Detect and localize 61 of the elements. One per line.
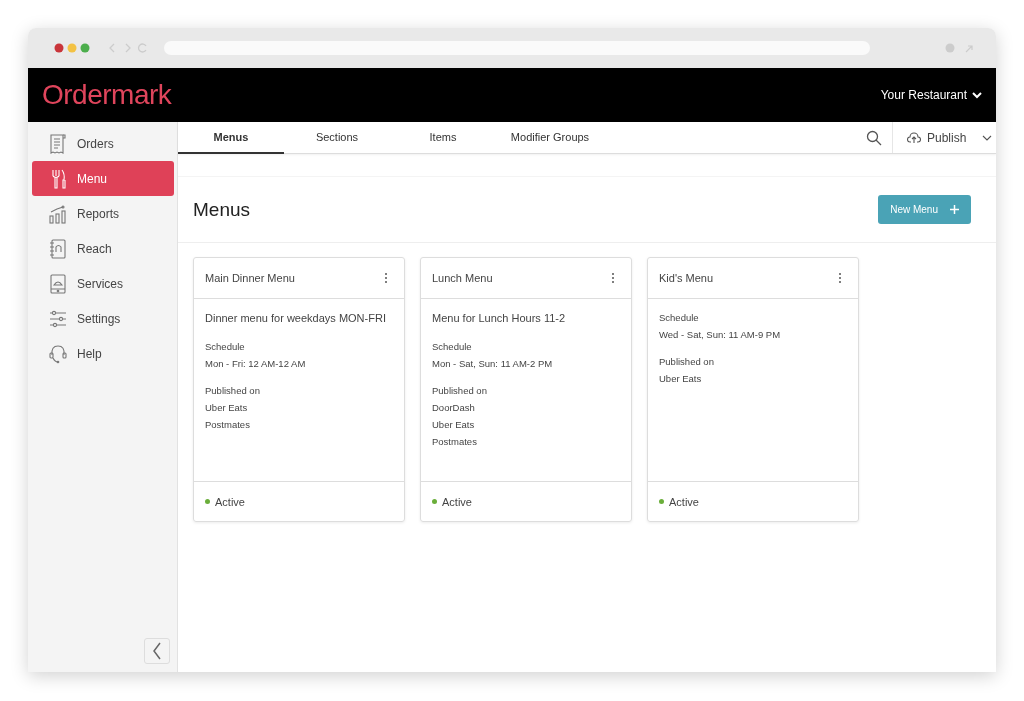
published-label: Published on xyxy=(432,385,488,396)
schedule-label: Schedule xyxy=(205,341,246,352)
chevron-down-icon xyxy=(972,91,982,99)
more-options-icon[interactable] xyxy=(384,272,388,284)
more-options-icon[interactable] xyxy=(611,272,615,284)
bar-chart-icon xyxy=(49,203,67,224)
tab[interactable]: Menus xyxy=(178,122,284,154)
schedule-text: Mon - Sat, Sun: 11 AM-2 PM xyxy=(432,358,554,369)
platform-name: Postmates xyxy=(205,419,251,430)
card-description: Menu for Lunch Hours 11-2 xyxy=(432,312,567,324)
published-label: Published on xyxy=(205,385,261,396)
status-dot-icon xyxy=(432,499,437,504)
chevron-down-icon xyxy=(982,134,993,141)
headset-icon xyxy=(49,343,67,364)
sidebar-item[interactable]: Help xyxy=(32,336,174,371)
receipt-icon xyxy=(49,133,67,154)
status-text: Active xyxy=(215,495,245,508)
sidebar-item[interactable]: Orders xyxy=(32,126,174,161)
status-dot-icon xyxy=(659,499,664,504)
account-dropdown[interactable]: Your Restaurant xyxy=(880,88,982,102)
tab[interactable]: Modifier Groups xyxy=(496,122,604,154)
sidebar-item[interactable]: Menu xyxy=(32,161,174,196)
menu-card[interactable]: Kid's Menu Schedule Wed - Sat, Sun: 11 AM-9 PM Published on Uber Eats Active xyxy=(647,257,859,522)
notebook-icon xyxy=(49,238,67,259)
tab[interactable]: Items xyxy=(390,122,496,154)
sidebar-item[interactable]: Reach xyxy=(32,231,174,266)
page-title: Menus xyxy=(193,198,251,221)
tab[interactable]: Sections xyxy=(284,122,390,154)
card-title: Kid's Menu xyxy=(659,272,714,284)
cloud-upload-icon xyxy=(907,131,921,144)
status-dot-icon xyxy=(205,499,210,504)
schedule-text: Wed - Sat, Sun: 11 AM-9 PM xyxy=(659,329,782,340)
chevron-left-icon xyxy=(152,642,162,660)
schedule-text: Mon - Fri: 12 AM-12 AM xyxy=(205,358,307,369)
platform-name: Uber Eats xyxy=(659,373,703,384)
platform-name: Postmates xyxy=(432,436,478,447)
more-options-icon[interactable] xyxy=(838,272,842,284)
menu-card[interactable]: Main Dinner Menu Dinner menu for weekdays MON-FRI Schedule Mon - Fri: 12 AM-12 AM Published on Uber Eats Postmates Active xyxy=(193,257,405,522)
fork-knife-icon xyxy=(49,168,67,189)
schedule-label: Schedule xyxy=(432,341,473,352)
card-title: Lunch Menu xyxy=(432,272,493,284)
plus-icon xyxy=(950,205,959,214)
card-title: Main Dinner Menu xyxy=(205,272,295,284)
card-description: Dinner menu for weekdays MON-FRI xyxy=(205,312,387,324)
platform-name: DoorDash xyxy=(432,402,476,413)
sliders-icon xyxy=(49,308,67,329)
schedule-label: Schedule xyxy=(659,312,700,323)
published-label: Published on xyxy=(659,356,715,367)
sidebar-item[interactable]: Reports xyxy=(32,196,174,231)
menu-card[interactable]: Lunch Menu Menu for Lunch Hours 11-2 Schedule Mon - Sat, Sun: 11 AM-2 PM Published on DoorDash Uber Eats Postmates Active xyxy=(420,257,632,522)
status-text: Active xyxy=(442,495,472,508)
sidebar-item[interactable]: Settings xyxy=(32,301,174,336)
ordermark-logo[interactable]: Ordermark xyxy=(42,79,172,111)
search-icon[interactable] xyxy=(866,129,882,146)
publish-dropdown[interactable]: Publish xyxy=(892,122,996,153)
status-text: Active xyxy=(669,495,699,508)
sidebar-item[interactable]: Services xyxy=(32,266,174,301)
platform-name: Uber Eats xyxy=(205,402,249,413)
platform-name: Uber Eats xyxy=(432,419,476,430)
collapse-sidebar-button[interactable] xyxy=(144,638,170,664)
tablet-icon xyxy=(49,273,67,294)
